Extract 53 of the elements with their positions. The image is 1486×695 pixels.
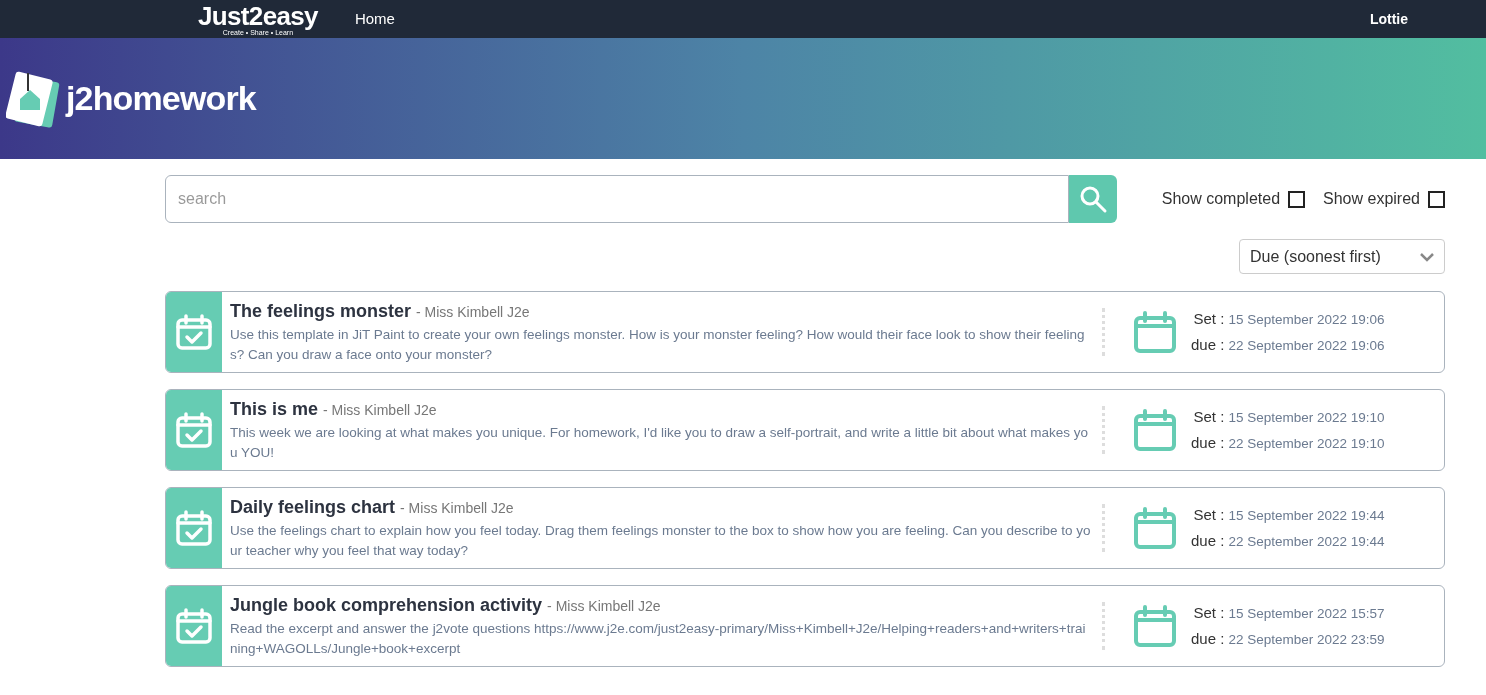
search-button[interactable]: [1069, 175, 1117, 223]
due-label: due :: [1191, 629, 1225, 649]
calendar-icon: [1133, 310, 1177, 354]
nav-link[interactable]: Home: [354, 7, 395, 31]
set-label: Set :: [1193, 602, 1225, 623]
assignment-title[interactable]: This is me: [230, 396, 319, 423]
set-label: Set :: [1193, 308, 1225, 329]
due-label: due :: [1191, 531, 1225, 551]
calendar-check-icon: [175, 313, 213, 351]
set-date: 15 September 2022 19:10: [1228, 408, 1385, 427]
assignment-card[interactable]: [165, 389, 1445, 471]
assignment-card[interactable]: [165, 487, 1445, 569]
assignment-title[interactable]: Jungle book comprehension activity: [230, 592, 543, 619]
user-name[interactable]: Lottie: [1369, 8, 1408, 30]
set-date: 15 September 2022 19:44: [1228, 506, 1385, 525]
sort-dropdown[interactable]: Due (soonest first): [1239, 239, 1445, 274]
assignment-card[interactable]: [165, 291, 1445, 373]
set-label: Set :: [1193, 406, 1225, 427]
set-date: 15 September 2022 19:06: [1228, 310, 1385, 329]
due-date: 22 September 2022 23:59: [1228, 631, 1385, 649]
set-date: 15 September 2022 15:57: [1228, 604, 1385, 623]
calendar-icon: [1133, 408, 1177, 452]
filter-checkbox[interactable]: [1288, 190, 1306, 208]
assignment-description: Use the feelings chart to explain how you feel today. Drag them feelings monster to the box to show how you are feeling. Can you describe to your teacher why you feel that way today?: [230, 522, 1092, 560]
brand-logo[interactable]: Just2easy: [198, 2, 318, 29]
search-icon: [1078, 184, 1108, 214]
teacher-name: - Miss Kimbell J2e: [400, 499, 514, 518]
due-label: due :: [1191, 335, 1225, 355]
teacher-name: - Miss Kimbell J2e: [416, 303, 530, 322]
due-date: 22 September 2022 19:44: [1228, 533, 1385, 551]
filter-label: Show completed: [1161, 189, 1281, 209]
calendar-icon: [1133, 604, 1177, 648]
assignment-title[interactable]: Daily feelings chart: [230, 494, 396, 521]
calendar-check-icon: [175, 607, 213, 645]
app-title: j2homework: [66, 78, 256, 119]
set-label: Set :: [1193, 504, 1225, 525]
calendar-icon: [1133, 506, 1177, 550]
due-date: 22 September 2022 19:06: [1228, 337, 1385, 355]
assignment-description: Read the excerpt and answer the j2vote questions https://www.j2e.com/just2easy-primary/Miss+Kimbell+J2e/Helping+readers+and+writers+training+WAGOLLs/Jungle+book+excerpt: [230, 620, 1087, 658]
search-field[interactable]: search: [165, 175, 1069, 223]
assignment-card[interactable]: [165, 585, 1445, 667]
assignment-title[interactable]: The feelings monster: [230, 298, 412, 325]
teacher-name: - Miss Kimbell J2e: [547, 597, 661, 616]
assignment-description: Use this template in JiT Paint to create your own feelings monster. How is your monster feeling? How would their face look to show their feelings? Can you draw a face onto your monster?: [230, 326, 1086, 364]
chevron-down-icon: [1420, 251, 1434, 262]
assignment-description: This week we are looking at what makes you unique. For homework, I'd like you to draw a self-portrait, and write a little bit about what makes you YOU!: [230, 424, 1089, 462]
due-label: due :: [1191, 433, 1225, 453]
calendar-check-icon: [175, 509, 213, 547]
teacher-name: - Miss Kimbell J2e: [323, 401, 437, 420]
filter-checkbox[interactable]: [1428, 190, 1445, 208]
filter-label: Show expired: [1323, 189, 1420, 209]
calendar-check-icon: [175, 411, 213, 449]
due-date: 22 September 2022 19:10: [1228, 435, 1385, 453]
